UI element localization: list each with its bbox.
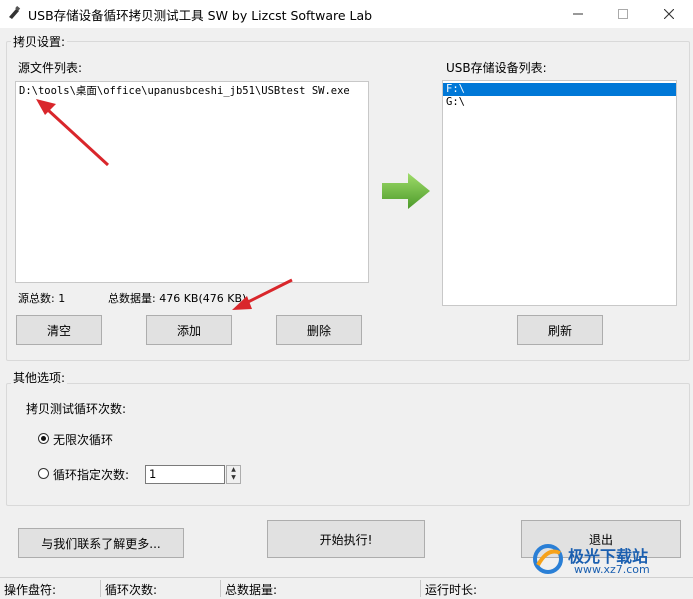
status-bar: 操作盘符: 循环次数: 总数据量: 运行时长:: [0, 577, 693, 599]
status-loops: 循环次数:: [105, 583, 158, 597]
status-divider: [220, 580, 221, 597]
status-divider: [420, 580, 421, 597]
status-total: 总数据量:: [225, 583, 278, 597]
watermark-url: www.xz7.com: [574, 563, 650, 576]
status-runtime: 运行时长:: [425, 583, 478, 597]
status-drive: 操作盘符:: [4, 583, 57, 597]
status-divider: [100, 580, 101, 597]
watermark: 极光下载站 www.xz7.com: [532, 541, 682, 581]
annotation-arrow-icon: [232, 278, 293, 310]
annotation-arrow-icon: [36, 99, 110, 167]
annotation-arrows: [36, 99, 293, 310]
watermark-logo-icon: [533, 544, 563, 574]
